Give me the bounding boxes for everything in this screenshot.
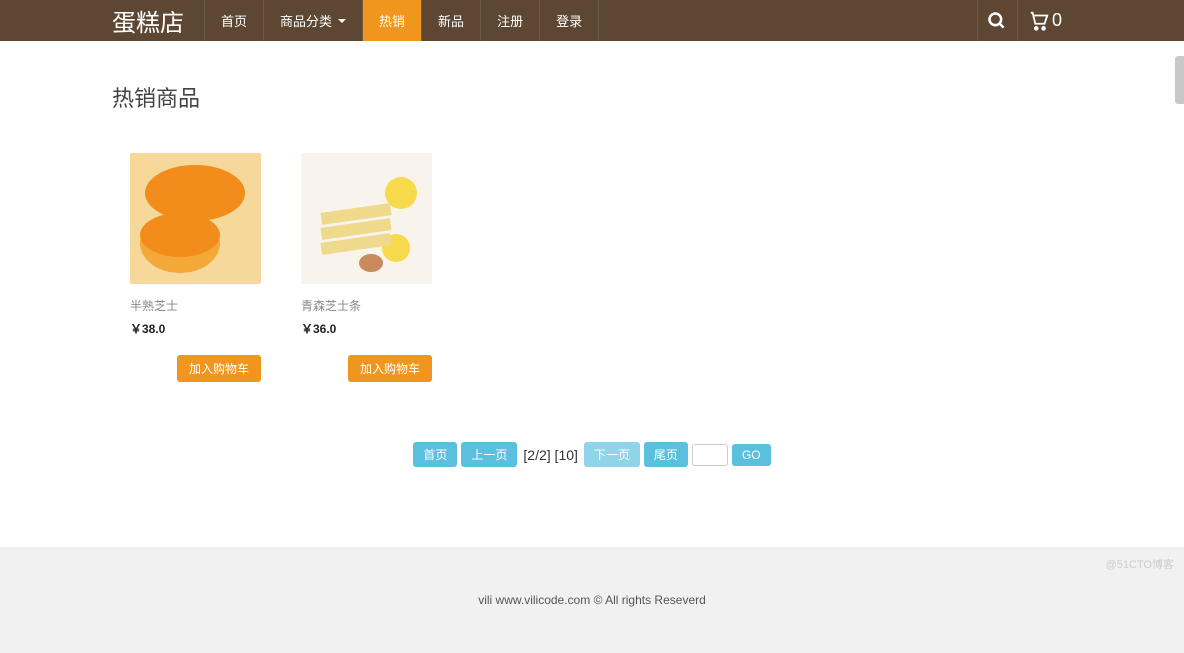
page-last-button[interactable]: 尾页	[644, 442, 688, 467]
cart-count: 0	[1052, 10, 1062, 31]
page-next-button[interactable]: 下一页	[584, 442, 640, 467]
watermark: @51CTO博客	[1106, 556, 1174, 572]
product-image[interactable]	[130, 153, 261, 284]
product-price: ￥38.0	[130, 320, 261, 337]
product-card: 青森芝士条 ￥36.0 加入购物车	[301, 153, 432, 382]
page-info: [2/2] [10]	[521, 447, 579, 463]
navbar-inner: 蛋糕店 首页 商品分类 热销 新品 注册 登录 0	[112, 0, 1072, 41]
product-card: 半熟芝士 ￥38.0 加入购物车	[130, 153, 261, 382]
nav-menu: 首页 商品分类 热销 新品 注册 登录	[205, 0, 977, 41]
product-price: ￥36.0	[301, 320, 432, 337]
nav-home[interactable]: 首页	[205, 0, 264, 41]
nav-login[interactable]: 登录	[540, 0, 599, 41]
page-first-button[interactable]: 首页	[413, 442, 457, 467]
product-grid: 半熟芝士 ￥38.0 加入购物车 青森芝士条 ￥36.0 加入购物车	[112, 153, 1072, 382]
cart-icon	[1028, 10, 1050, 32]
nav-register[interactable]: 注册	[481, 0, 540, 41]
search-icon	[987, 11, 1007, 31]
brand-logo[interactable]: 蛋糕店	[112, 0, 205, 41]
add-to-cart-button[interactable]: 加入购物车	[177, 355, 261, 382]
main-container: 热销商品 半熟芝士 ￥38.0 加入购物车 青	[112, 41, 1072, 497]
chevron-down-icon	[338, 19, 346, 23]
footer-text: vili www.vilicode.com © All rights Resev…	[478, 593, 706, 607]
page-prev-button[interactable]: 上一页	[461, 442, 517, 467]
navbar: 蛋糕店 首页 商品分类 热销 新品 注册 登录 0	[0, 0, 1184, 41]
nav-categories[interactable]: 商品分类	[264, 0, 363, 41]
product-name: 半熟芝士	[130, 297, 261, 314]
pagination: 首页 上一页 [2/2] [10] 下一页 尾页 GO	[112, 442, 1072, 467]
nav-hot[interactable]: 热销	[363, 0, 422, 41]
page-title: 热销商品	[112, 81, 1072, 113]
product-name: 青森芝士条	[301, 297, 432, 314]
search-button[interactable]	[977, 0, 1017, 41]
nav-right: 0	[977, 0, 1072, 41]
nav-new[interactable]: 新品	[422, 0, 481, 41]
product-image[interactable]	[301, 153, 432, 284]
page-number-input[interactable]	[692, 444, 728, 466]
nav-categories-label: 商品分类	[280, 11, 332, 30]
side-tab[interactable]	[1175, 56, 1184, 104]
add-to-cart-button[interactable]: 加入购物车	[348, 355, 432, 382]
cart-button[interactable]: 0	[1017, 0, 1072, 41]
footer: vili www.vilicode.com © All rights Resev…	[0, 547, 1184, 653]
page-go-button[interactable]: GO	[732, 444, 771, 466]
